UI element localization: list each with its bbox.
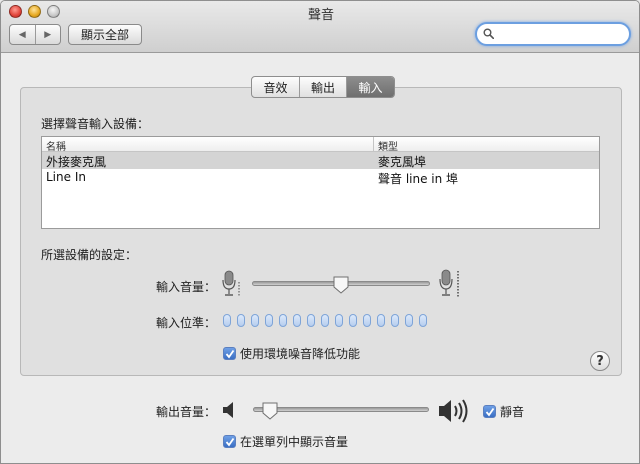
- show-volume-in-menu-bar-checkbox[interactable]: [223, 435, 236, 448]
- device-type: 麥克風埠: [378, 155, 427, 169]
- microphone-high-icon: [439, 269, 459, 297]
- level-meter-segment: [265, 314, 273, 327]
- tab-output[interactable]: 輸出: [299, 77, 346, 97]
- level-meter-segment: [237, 314, 245, 327]
- search-icon: [483, 28, 494, 39]
- input-level-meter: [223, 314, 427, 327]
- level-meter-segment: [321, 314, 329, 327]
- forward-button[interactable]: ▶: [34, 25, 61, 44]
- checkmark-icon: [225, 437, 234, 446]
- speaker-high-icon: [439, 399, 468, 423]
- show-all-button[interactable]: 顯示全部: [68, 24, 142, 45]
- speaker-low-icon: [223, 402, 233, 418]
- microphone-low-icon: [222, 270, 240, 296]
- device-name: 外接麥克風: [46, 155, 107, 169]
- level-meter-segment: [223, 314, 231, 327]
- help-button[interactable]: ?: [590, 351, 610, 371]
- output-volume-label: 輸出音量：: [155, 405, 216, 419]
- tab-input[interactable]: 輸入: [346, 77, 394, 97]
- device-settings-section-title: 所選設備的設定：: [41, 248, 138, 262]
- level-meter-segment: [363, 314, 371, 327]
- tab-bar: 音效 輸出 輸入: [251, 76, 395, 98]
- input-volume-label: 輸入音量：: [155, 280, 216, 294]
- checkmark-icon: [485, 407, 494, 416]
- checkmark-icon: [225, 349, 234, 358]
- output-volume-track[interactable]: [253, 407, 429, 412]
- level-meter-segment: [279, 314, 287, 327]
- search-input[interactable]: [497, 26, 622, 42]
- show-volume-in-menu-bar-option[interactable]: 在選單列中顯示音量: [223, 433, 348, 450]
- input-level-label: 輸入位準：: [155, 316, 216, 330]
- column-divider: [373, 137, 374, 151]
- mute-label: 靜音: [500, 405, 525, 419]
- level-meter-segment: [349, 314, 357, 327]
- noise-reduction-checkbox[interactable]: [223, 347, 236, 360]
- back-button[interactable]: ◀: [10, 25, 35, 44]
- table-row[interactable]: 外接麥克風 麥克風埠: [42, 152, 599, 169]
- output-volume-slider-thumb[interactable]: [262, 402, 278, 420]
- window-title: 聲音: [307, 8, 334, 23]
- back-forward-control: ◀ ▶: [9, 24, 61, 45]
- input-device-section-title: 選擇聲音輸入設備：: [41, 117, 150, 131]
- search-field[interactable]: [475, 22, 631, 46]
- sound-preferences-window: 聲音 ◀ ▶ 顯示全部 音效 輸出 輸入 選擇聲音輸入設備： 名稱 類型 外接麥…: [0, 0, 640, 464]
- level-meter-segment: [377, 314, 385, 327]
- noise-reduction-label: 使用環境噪音降低功能: [240, 347, 361, 361]
- device-type: 聲音 line in 埠: [378, 172, 459, 186]
- level-meter-segment: [307, 314, 315, 327]
- mute-checkbox[interactable]: [483, 405, 496, 418]
- level-meter-segment: [405, 314, 413, 327]
- column-header-name[interactable]: 名稱: [46, 138, 66, 153]
- title-bar: 聲音 ◀ ▶ 顯示全部: [1, 1, 639, 53]
- level-meter-segment: [251, 314, 259, 327]
- table-row[interactable]: Line In 聲音 line in 埠: [42, 169, 599, 186]
- level-meter-segment: [335, 314, 343, 327]
- column-header-type[interactable]: 類型: [378, 138, 398, 153]
- mute-option[interactable]: 靜音: [483, 403, 524, 420]
- input-volume-slider-thumb[interactable]: [333, 276, 349, 294]
- show-volume-in-menu-bar-label: 在選單列中顯示音量: [240, 435, 349, 449]
- input-device-table: 名稱 類型 外接麥克風 麥克風埠 Line In 聲音 line in 埠: [41, 136, 600, 229]
- level-meter-segment: [293, 314, 301, 327]
- device-name: Line In: [46, 170, 86, 184]
- table-header: 名稱 類型: [42, 137, 599, 153]
- noise-reduction-option[interactable]: 使用環境噪音降低功能: [223, 345, 360, 362]
- level-meter-segment: [419, 314, 427, 327]
- tab-sound-effects[interactable]: 音效: [252, 77, 299, 97]
- level-meter-segment: [391, 314, 399, 327]
